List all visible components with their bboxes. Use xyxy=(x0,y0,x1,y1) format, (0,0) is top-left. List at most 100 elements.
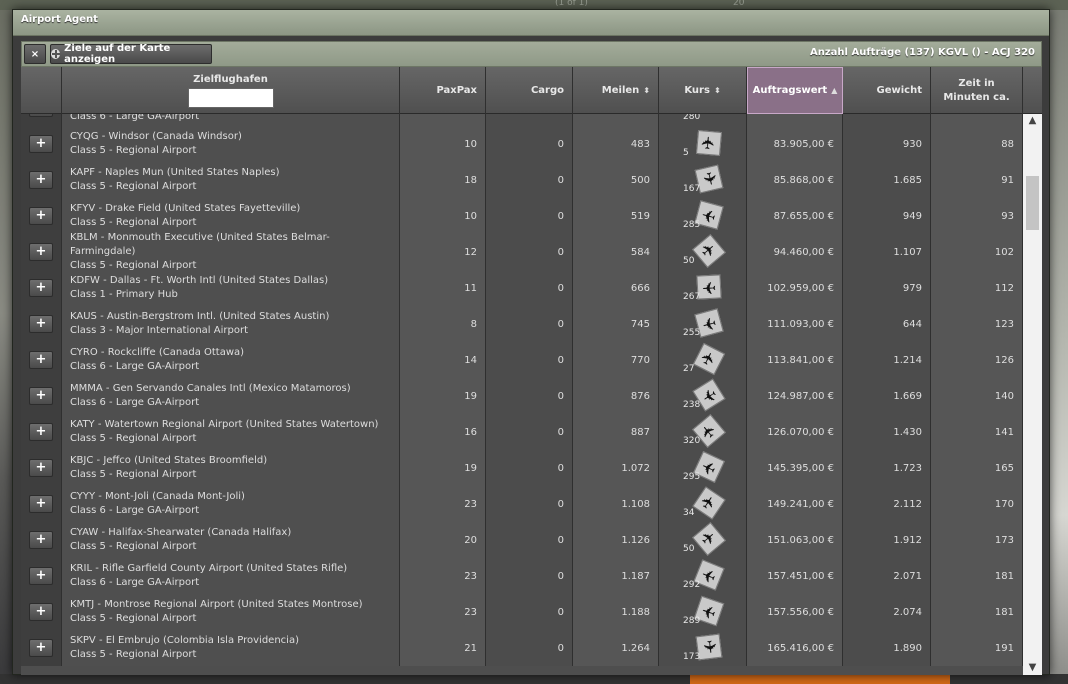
close-button[interactable]: × xyxy=(24,44,46,64)
row-cargo: 0 xyxy=(486,414,573,450)
toolbar: × Ziele auf der Karte anzeigen Anzahl Au… xyxy=(21,41,1042,67)
add-button[interactable]: + xyxy=(29,423,53,441)
add-button[interactable]: + xyxy=(29,603,53,621)
header-kurs[interactable]: Kurs ⬍ xyxy=(659,67,747,114)
add-button[interactable]: + xyxy=(29,279,53,297)
row-cargo: 0 xyxy=(486,162,573,198)
airport-class: Class 5 - Regional Airport xyxy=(70,217,197,228)
row-cargo: 0 xyxy=(486,270,573,306)
add-button[interactable]: + xyxy=(29,531,53,549)
row-meilen: 1.187 xyxy=(573,558,659,594)
row-add-cell: + xyxy=(21,306,62,342)
add-button[interactable]: + xyxy=(29,243,53,261)
table-row: + KAUS - Austin-Bergstrom Intl. (United S… xyxy=(21,306,1023,342)
airport-name: KMTJ - Montrose Regional Airport (United… xyxy=(70,599,363,610)
header-zeit[interactable]: Zeit in Minuten ca. xyxy=(931,67,1023,114)
row-zeit: 140 xyxy=(931,378,1023,414)
course-box: ✈ xyxy=(692,522,726,556)
add-button[interactable]: + xyxy=(29,639,53,657)
row-zeit: 91 xyxy=(931,162,1023,198)
table-row: + CYQG - Windsor (Canada Windsor) Class 5 … xyxy=(21,126,1023,162)
airport-name: KAPF - Naples Mun (United States Naples) xyxy=(70,167,280,178)
add-button[interactable]: + xyxy=(29,135,53,153)
row-meilen: 1.108 xyxy=(573,486,659,522)
row-zeit: 102 xyxy=(931,234,1023,270)
add-button[interactable]: + xyxy=(29,171,53,189)
row-airport-cell: CYQG - Windsor (Canada Windsor) Class 5 -… xyxy=(62,126,400,162)
row-zeit: 165 xyxy=(931,450,1023,486)
vertical-scrollbar[interactable]: ▲ ▼ xyxy=(1023,114,1042,675)
add-button[interactable]: + xyxy=(29,315,53,333)
kurs-value: 50 xyxy=(683,544,695,554)
header-paxpax[interactable]: PaxPax xyxy=(400,67,486,114)
row-cargo: 0 xyxy=(486,198,573,234)
row-kurs-cell: ✈ 238 xyxy=(659,378,747,414)
table-row: + KFYV - Drake Field (United States Fayet… xyxy=(21,198,1023,234)
sort-icon: ⬍ xyxy=(713,86,721,95)
row-kurs-cell: ✈ 173 xyxy=(659,630,747,666)
row-airport-cell: KBJC - Jeffco (United States Broomfield)… xyxy=(62,450,400,486)
row-zeit: 170 xyxy=(931,486,1023,522)
row-gewicht: 2.112 xyxy=(843,486,931,522)
row-gewicht: 644 xyxy=(843,306,931,342)
scroll-up-icon[interactable]: ▲ xyxy=(1023,114,1042,128)
row-cargo: 0 xyxy=(486,306,573,342)
row-kurs-cell: ✈ 50 xyxy=(659,522,747,558)
airport-name: KAUS - Austin-Bergstrom Intl. (United St… xyxy=(70,311,330,322)
add-button[interactable]: + xyxy=(29,387,53,405)
row-pax: 14 xyxy=(400,342,486,378)
row-pax: 23 xyxy=(400,594,486,630)
table-row: + CYRO - Rockcliffe (Canada Ottawa) Class … xyxy=(21,342,1023,378)
scroll-down-icon[interactable]: ▼ xyxy=(1023,661,1042,675)
add-button[interactable]: + xyxy=(29,207,53,225)
table-row: + CYAW - Halifax-Shearwater (Canada Halif… xyxy=(21,522,1023,558)
row-gewicht: 1.912 xyxy=(843,522,931,558)
row-airport-cell: MMMA - Gen Servando Canales Intl (Mexico… xyxy=(62,378,400,414)
kurs-value: 280 xyxy=(683,114,701,122)
row-meilen: 745 xyxy=(573,306,659,342)
airport-class: Class 1 - Primary Hub xyxy=(70,289,178,300)
row-gewicht: 1.669 xyxy=(843,378,931,414)
row-kurs-cell: ✈ 50 xyxy=(659,234,747,270)
background-pager: (1 of 1) xyxy=(555,0,588,8)
row-auftragswert: 113.841,00 € xyxy=(747,342,843,378)
add-button[interactable]: + xyxy=(29,351,53,369)
row-kurs-cell: ✈ 320 xyxy=(659,414,747,450)
add-button[interactable]: + xyxy=(29,459,53,477)
row-kurs-cell: ✈ 292 xyxy=(659,558,747,594)
row-cargo: 0 xyxy=(486,234,573,270)
row-zeit: 123 xyxy=(931,306,1023,342)
kurs-value: 289 xyxy=(683,616,701,626)
course-box: ✈ xyxy=(692,486,726,520)
add-button[interactable]: + xyxy=(29,495,53,513)
row-pax-cell xyxy=(400,114,486,126)
airplane-icon: ✈ xyxy=(697,526,721,552)
course-box: ✈ xyxy=(692,234,726,268)
header-add xyxy=(21,67,62,114)
airplane-icon: ✈ xyxy=(697,238,721,264)
row-add-cell: + xyxy=(21,126,62,162)
row-gewicht: 1.430 xyxy=(843,414,931,450)
table-row-partial: + Class 6 - Large GA-Airport 280 xyxy=(21,114,1023,126)
row-airport-cell: KATY - Watertown Regional Airport (Unite… xyxy=(62,414,400,450)
add-button[interactable]: + xyxy=(29,567,53,585)
row-meilen: 1.264 xyxy=(573,630,659,666)
scroll-thumb[interactable] xyxy=(1026,176,1039,230)
table-row: + KDFW - Dallas - Ft. Worth Intl (United … xyxy=(21,270,1023,306)
header-meilen-label: Meilen xyxy=(601,85,640,96)
add-button[interactable]: + xyxy=(29,114,53,117)
row-gewicht: 1.890 xyxy=(843,630,931,666)
row-add-cell: + xyxy=(21,414,62,450)
row-auftragswert: 145.395,00 € xyxy=(747,450,843,486)
row-add-cell: + xyxy=(21,162,62,198)
header-auftragswert[interactable]: Auftragswert ▲ xyxy=(747,67,843,114)
row-meilen: 1.126 xyxy=(573,522,659,558)
airport-name: CYYY - Mont-Joli (Canada Mont-Joli) xyxy=(70,491,245,502)
row-pax: 23 xyxy=(400,486,486,522)
header-cargo[interactable]: Cargo xyxy=(486,67,573,114)
show-on-map-button[interactable]: Ziele auf der Karte anzeigen xyxy=(50,43,212,65)
header-meilen[interactable]: Meilen ⬍ xyxy=(573,67,659,114)
kurs-value: 5 xyxy=(683,148,689,158)
zielflughafen-filter-input[interactable] xyxy=(187,87,274,108)
header-gewicht[interactable]: Gewicht xyxy=(843,67,931,114)
